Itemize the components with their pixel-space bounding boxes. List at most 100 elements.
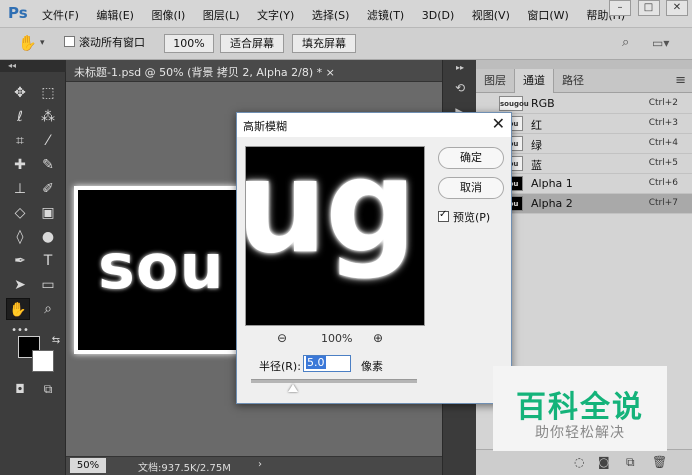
panel-tabs: 图层 通道 路径 ≡	[476, 69, 692, 93]
document-tab[interactable]: 未标题-1.psd @ 50% (背景 拷贝 2, Alpha 2/8) * ×	[66, 60, 442, 82]
radius-slider-thumb[interactable]	[287, 384, 298, 392]
zoom-out-icon[interactable]: ⊖	[277, 331, 287, 345]
channel-shortcut: Ctrl+2	[648, 98, 678, 108]
radius-value: 5.0	[306, 356, 326, 369]
zoom-level-field[interactable]: 50%	[70, 458, 106, 473]
tab-paths[interactable]: 路径	[554, 69, 592, 93]
blur-preview[interactable]: ug	[245, 146, 425, 326]
watermark-title: 百科全说	[516, 390, 644, 425]
lasso-tool-icon[interactable]: ℓ	[8, 106, 32, 128]
preview-checkbox[interactable]	[438, 209, 449, 222]
close-window-button[interactable]: ✕	[666, 0, 688, 16]
scroll-all-label: 滚动所有窗口	[79, 36, 145, 49]
status-bar: 50% 文档:937.5K/2.75M ›	[66, 456, 442, 475]
menu-filter[interactable]: 滤镜(T)	[367, 7, 404, 23]
channel-name: Alpha 1	[531, 177, 573, 190]
tab-channels[interactable]: 通道	[514, 69, 554, 93]
document-tab-close-icon[interactable]: ×	[326, 66, 335, 79]
history-brush-tool-icon[interactable]: ✐	[36, 178, 60, 200]
panel-bottom-bar: ◌ ◙ ⧉ 🗑	[476, 449, 692, 475]
channel-name: 红	[531, 119, 542, 132]
crop-tool-icon[interactable]: ⌗	[8, 130, 32, 152]
hand-tool-button-icon[interactable]: ✋	[6, 298, 30, 320]
swap-colors-icon[interactable]: ⇆	[44, 330, 68, 352]
fill-screen-button[interactable]: 填充屏幕	[292, 34, 356, 53]
radius-unit: 像素	[361, 360, 383, 373]
magic-wand-tool-icon[interactable]: ⁂	[36, 106, 60, 128]
menu-3d[interactable]: 3D(D)	[422, 9, 455, 22]
channel-shortcut: Ctrl+7	[648, 198, 678, 208]
scroll-all-windows-option[interactable]: 滚动所有窗口	[64, 34, 145, 52]
delete-channel-icon[interactable]: 🗑	[652, 455, 667, 469]
zoom-100-button[interactable]: 100%	[164, 34, 214, 53]
app-logo: Ps	[8, 4, 28, 22]
zoom-tool-icon[interactable]: ⌕	[36, 298, 60, 320]
radius-slider-track[interactable]	[251, 379, 417, 383]
radius-input[interactable]: 5.0	[303, 355, 351, 372]
channel-thumbnail: sougou	[499, 96, 529, 111]
strip-collapse-icon[interactable]: ▸▸	[451, 60, 469, 76]
brush-tool-icon[interactable]: ✎	[36, 154, 60, 176]
panel-menu-icon[interactable]: ≡	[675, 73, 686, 88]
dialog-close-icon[interactable]: ✕	[492, 114, 505, 133]
zoom-in-icon[interactable]: ⊕	[373, 331, 383, 345]
preview-option[interactable]: 预览(P)	[438, 209, 490, 225]
channel-row[interactable]: sougou RGB Ctrl+2	[476, 94, 692, 114]
type-tool-icon[interactable]: T	[36, 250, 60, 272]
menu-edit[interactable]: 编辑(E)	[96, 7, 134, 23]
menu-bar: Ps 文件(F) 编辑(E) 图像(I) 图层(L) 文字(Y) 选择(S) 滤…	[0, 0, 692, 28]
gradient-tool-icon[interactable]: ▣	[36, 202, 60, 224]
move-tool-icon[interactable]: ✥	[8, 82, 32, 104]
workspace-icon[interactable]: ▭▾	[652, 34, 669, 52]
dodge-tool-icon[interactable]: ●	[36, 226, 60, 248]
quick-mask-icon[interactable]: ◘	[8, 378, 32, 400]
menu-type[interactable]: 文字(Y)	[257, 7, 294, 23]
load-selection-icon[interactable]: ◌	[574, 455, 584, 469]
channel-name: 蓝	[531, 159, 542, 172]
screen-mode-icon[interactable]: ⧉	[36, 378, 60, 400]
pen-tool-icon[interactable]: ✒	[8, 250, 32, 272]
history-panel-icon[interactable]: ⟲	[451, 80, 469, 96]
healing-brush-tool-icon[interactable]: ✚	[8, 154, 32, 176]
canvas-text: sou	[98, 230, 225, 303]
cancel-button[interactable]: 取消	[438, 177, 504, 199]
rectangle-tool-icon[interactable]: ▭	[36, 274, 60, 296]
new-channel-icon[interactable]: ⧉	[626, 455, 635, 470]
restore-button[interactable]: □	[637, 0, 660, 16]
dialog-title: 高斯模糊	[243, 120, 287, 133]
blur-tool-icon[interactable]: ◊	[8, 226, 32, 248]
tool-panel-collapse-icon[interactable]: ◂◂	[0, 60, 66, 72]
tool-preset-chevron-icon[interactable]: ▾	[40, 34, 45, 52]
channel-shortcut: Ctrl+4	[648, 138, 678, 148]
search-icon[interactable]: ⌕	[622, 34, 629, 52]
panel-header-strip	[476, 60, 692, 69]
hand-tool-icon[interactable]: ✋	[18, 34, 37, 52]
menu-select[interactable]: 选择(S)	[312, 7, 350, 23]
radius-label: 半径(R):	[259, 360, 301, 373]
menu-items: 文件(F) 编辑(E) 图像(I) 图层(L) 文字(Y) 选择(S) 滤镜(T…	[42, 7, 639, 23]
menu-window[interactable]: 窗口(W)	[527, 7, 568, 23]
fit-screen-button[interactable]: 适合屏幕	[220, 34, 284, 53]
scroll-all-checkbox[interactable]	[64, 36, 75, 47]
menu-image[interactable]: 图像(I)	[151, 7, 185, 23]
path-selection-tool-icon[interactable]: ➤	[8, 274, 32, 296]
ok-button[interactable]: 确定	[438, 147, 504, 169]
dialog-titlebar[interactable]: 高斯模糊 ✕	[237, 113, 511, 137]
eyedropper-tool-icon[interactable]: ⁄	[36, 130, 60, 152]
channel-name: 绿	[531, 139, 542, 152]
marquee-tool-icon[interactable]: ⬚	[36, 82, 60, 104]
stamp-tool-icon[interactable]: ⊥	[8, 178, 32, 200]
eraser-tool-icon[interactable]: ◇	[8, 202, 32, 224]
menu-view[interactable]: 视图(V)	[472, 7, 510, 23]
document-info: 文档:937.5K/2.75M	[138, 463, 231, 474]
visibility-eye-icon[interactable]	[482, 98, 494, 110]
menu-layer[interactable]: 图层(L)	[203, 7, 240, 23]
background-color-swatch[interactable]	[32, 350, 54, 372]
status-menu-arrow-icon[interactable]: ›	[258, 459, 262, 470]
minimize-button[interactable]: –	[609, 0, 631, 16]
tab-layers[interactable]: 图层	[476, 69, 514, 93]
channel-shortcut: Ctrl+6	[648, 178, 678, 188]
save-selection-icon[interactable]: ◙	[598, 455, 610, 469]
menu-file[interactable]: 文件(F)	[42, 7, 79, 23]
channel-name: RGB	[531, 97, 555, 110]
